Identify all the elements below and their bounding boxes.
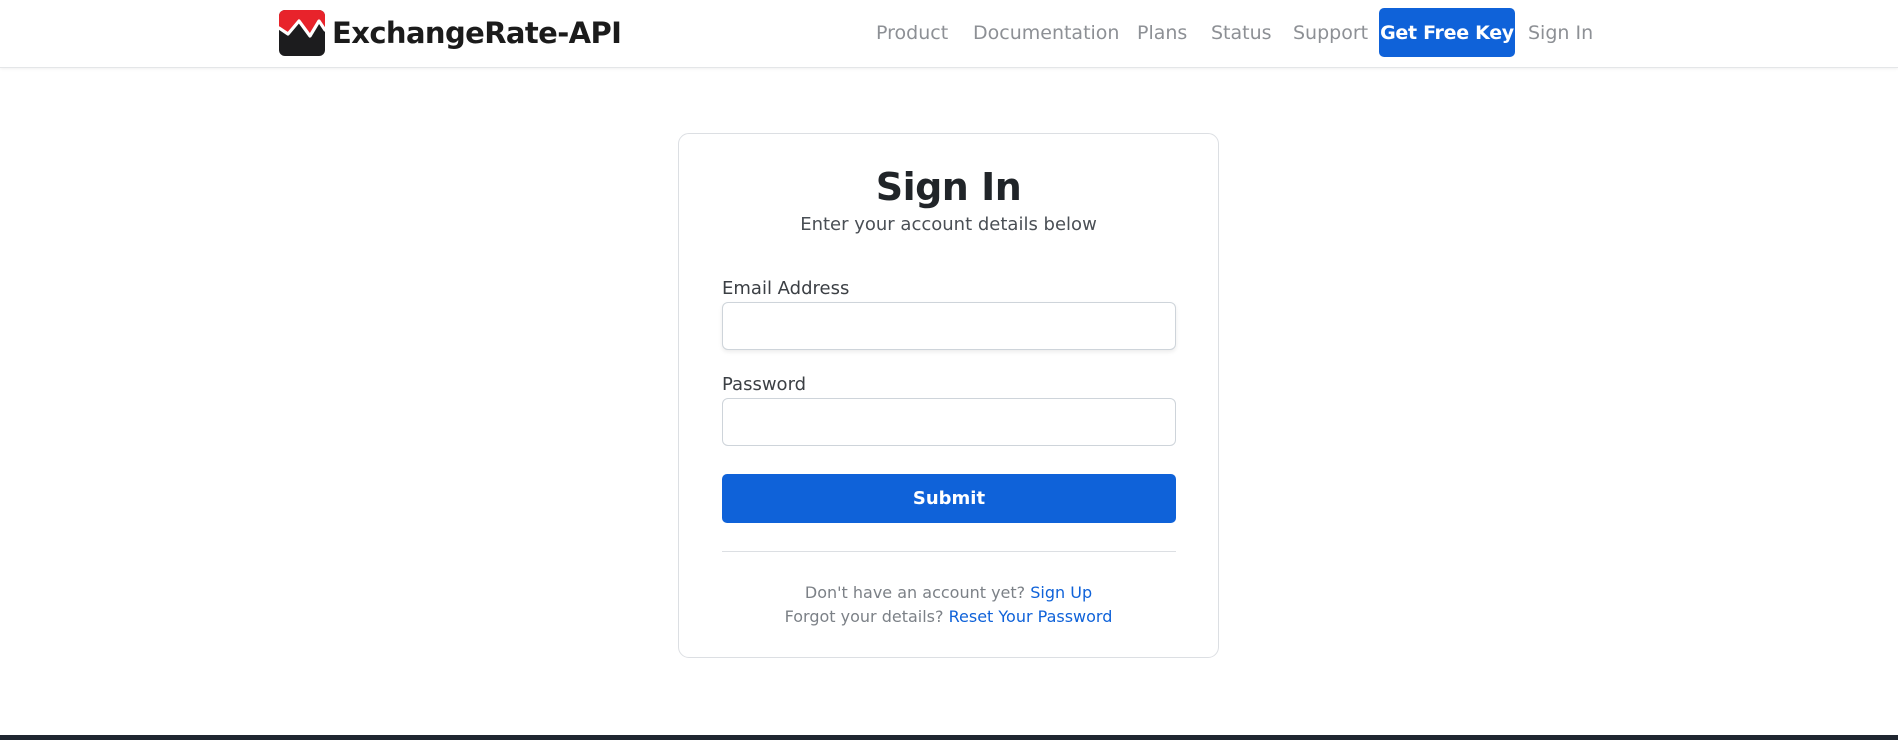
email-field[interactable] — [722, 302, 1176, 350]
nav-status-link[interactable]: Status — [1211, 20, 1272, 46]
exchange-rate-chart-logo-icon — [279, 10, 325, 56]
submit-button[interactable]: Submit — [722, 474, 1176, 523]
email-label: Email Address — [722, 278, 850, 299]
brand-name: ExchangeRate-API — [332, 16, 622, 50]
nav-signin-link[interactable]: Sign In — [1528, 20, 1593, 46]
brand-link[interactable]: ExchangeRate-API — [279, 10, 622, 56]
page-subtitle: Enter your account details below — [800, 214, 1097, 235]
nav-product-link[interactable]: Product — [876, 20, 948, 46]
signup-prompt-text: Don't have an account yet? — [804, 583, 1026, 602]
footer-edge — [0, 735, 1898, 740]
signup-prompt-line: Don't have an account yet? Sign Up — [679, 582, 1218, 604]
sign-up-link[interactable]: Sign Up — [1030, 583, 1092, 602]
password-field[interactable] — [722, 398, 1176, 446]
password-label: Password — [722, 374, 807, 395]
get-free-key-button[interactable]: Get Free Key — [1379, 8, 1515, 57]
reset-password-link[interactable]: Reset Your Password — [949, 607, 1113, 626]
page-title: Sign In — [875, 165, 1022, 209]
divider — [722, 551, 1176, 552]
nav-documentation-link[interactable]: Documentation — [973, 20, 1119, 46]
reset-prompt-text: Forgot your details? — [784, 607, 944, 626]
nav-support-link[interactable]: Support — [1293, 20, 1368, 46]
sign-in-card: Sign In Enter your account details below… — [678, 133, 1219, 658]
reset-prompt-line: Forgot your details? Reset Your Password — [679, 606, 1218, 628]
nav-plans-link[interactable]: Plans — [1137, 20, 1187, 46]
top-navbar: ExchangeRate-API Product Documentation P… — [0, 0, 1898, 68]
